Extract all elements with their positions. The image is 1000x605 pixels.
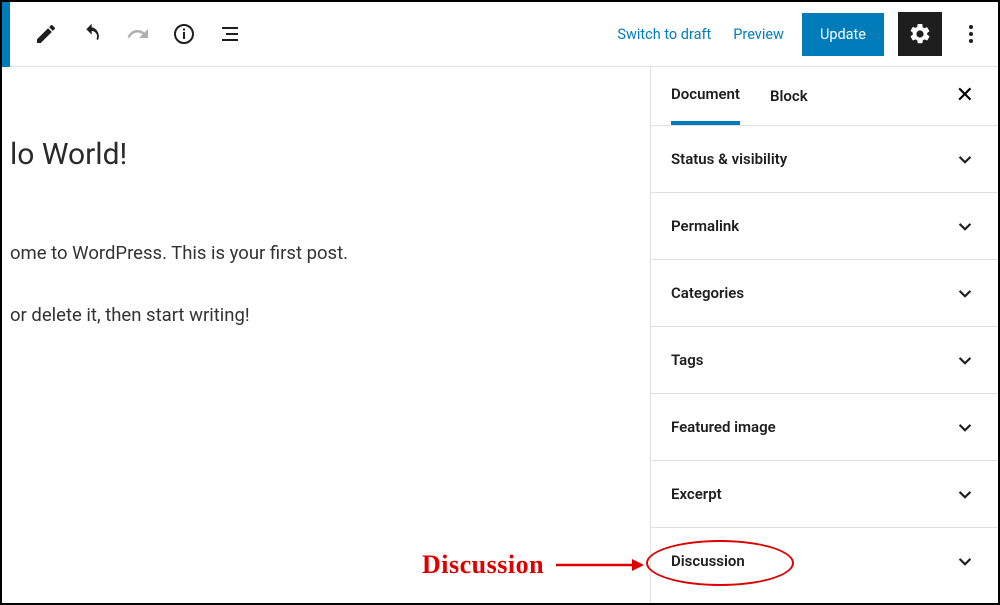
tab-document[interactable]: Document bbox=[671, 67, 740, 125]
editor-accent-bar bbox=[2, 2, 10, 67]
chevron-down-icon bbox=[952, 146, 978, 172]
preview-link[interactable]: Preview bbox=[729, 18, 788, 51]
panel-label: Tags bbox=[671, 351, 704, 369]
chevron-down-icon bbox=[952, 548, 978, 574]
undo-icon[interactable] bbox=[72, 14, 112, 54]
sidebar-tabs: Document Block ✕ bbox=[651, 67, 998, 125]
chevron-down-icon bbox=[952, 213, 978, 239]
panel-label: Featured image bbox=[671, 418, 776, 436]
editor-content[interactable]: lo World! ome to WordPress. This is your… bbox=[2, 67, 650, 603]
left-tool-group bbox=[14, 2, 250, 67]
panel-label: Discussion bbox=[671, 552, 745, 570]
post-title[interactable]: lo World! bbox=[10, 137, 650, 172]
panel-categories[interactable]: Categories bbox=[651, 259, 998, 326]
edit-icon[interactable] bbox=[26, 14, 66, 54]
panel-label: Status & visibility bbox=[671, 150, 787, 168]
more-options-button[interactable] bbox=[956, 12, 986, 56]
top-toolbar: Switch to draft Preview Update bbox=[2, 2, 998, 67]
switch-to-draft-link[interactable]: Switch to draft bbox=[613, 18, 715, 51]
settings-button[interactable] bbox=[898, 12, 942, 56]
panel-status-visibility[interactable]: Status & visibility bbox=[651, 125, 998, 192]
redo-icon[interactable] bbox=[118, 14, 158, 54]
panel-permalink[interactable]: Permalink bbox=[651, 192, 998, 259]
panel-label: Categories bbox=[671, 284, 744, 302]
update-button[interactable]: Update bbox=[802, 13, 884, 56]
chevron-down-icon bbox=[952, 347, 978, 373]
panel-label: Permalink bbox=[671, 217, 739, 235]
right-tool-group: Switch to draft Preview Update bbox=[613, 12, 986, 56]
more-vertical-icon bbox=[959, 22, 983, 46]
chevron-down-icon bbox=[952, 280, 978, 306]
info-icon[interactable] bbox=[164, 14, 204, 54]
close-sidebar-button[interactable]: ✕ bbox=[952, 81, 978, 111]
panel-label: Excerpt bbox=[671, 485, 722, 503]
panel-featured-image[interactable]: Featured image bbox=[651, 393, 998, 460]
outline-icon[interactable] bbox=[210, 14, 250, 54]
panel-tags[interactable]: Tags bbox=[651, 326, 998, 393]
post-paragraph-1[interactable]: ome to WordPress. This is your first pos… bbox=[10, 242, 650, 264]
annotation-label: Discussion bbox=[422, 550, 544, 580]
annotation-callout: Discussion bbox=[422, 550, 644, 580]
settings-sidebar: Document Block ✕ Status & visibility Per… bbox=[650, 67, 998, 603]
tab-block[interactable]: Block bbox=[770, 69, 808, 123]
chevron-down-icon bbox=[952, 481, 978, 507]
annotation-arrow-icon bbox=[554, 555, 644, 575]
chevron-down-icon bbox=[952, 414, 978, 440]
panel-discussion[interactable]: Discussion bbox=[651, 527, 998, 594]
gear-icon bbox=[908, 22, 932, 46]
post-paragraph-2[interactable]: or delete it, then start writing! bbox=[10, 304, 650, 326]
panel-excerpt[interactable]: Excerpt bbox=[651, 460, 998, 527]
